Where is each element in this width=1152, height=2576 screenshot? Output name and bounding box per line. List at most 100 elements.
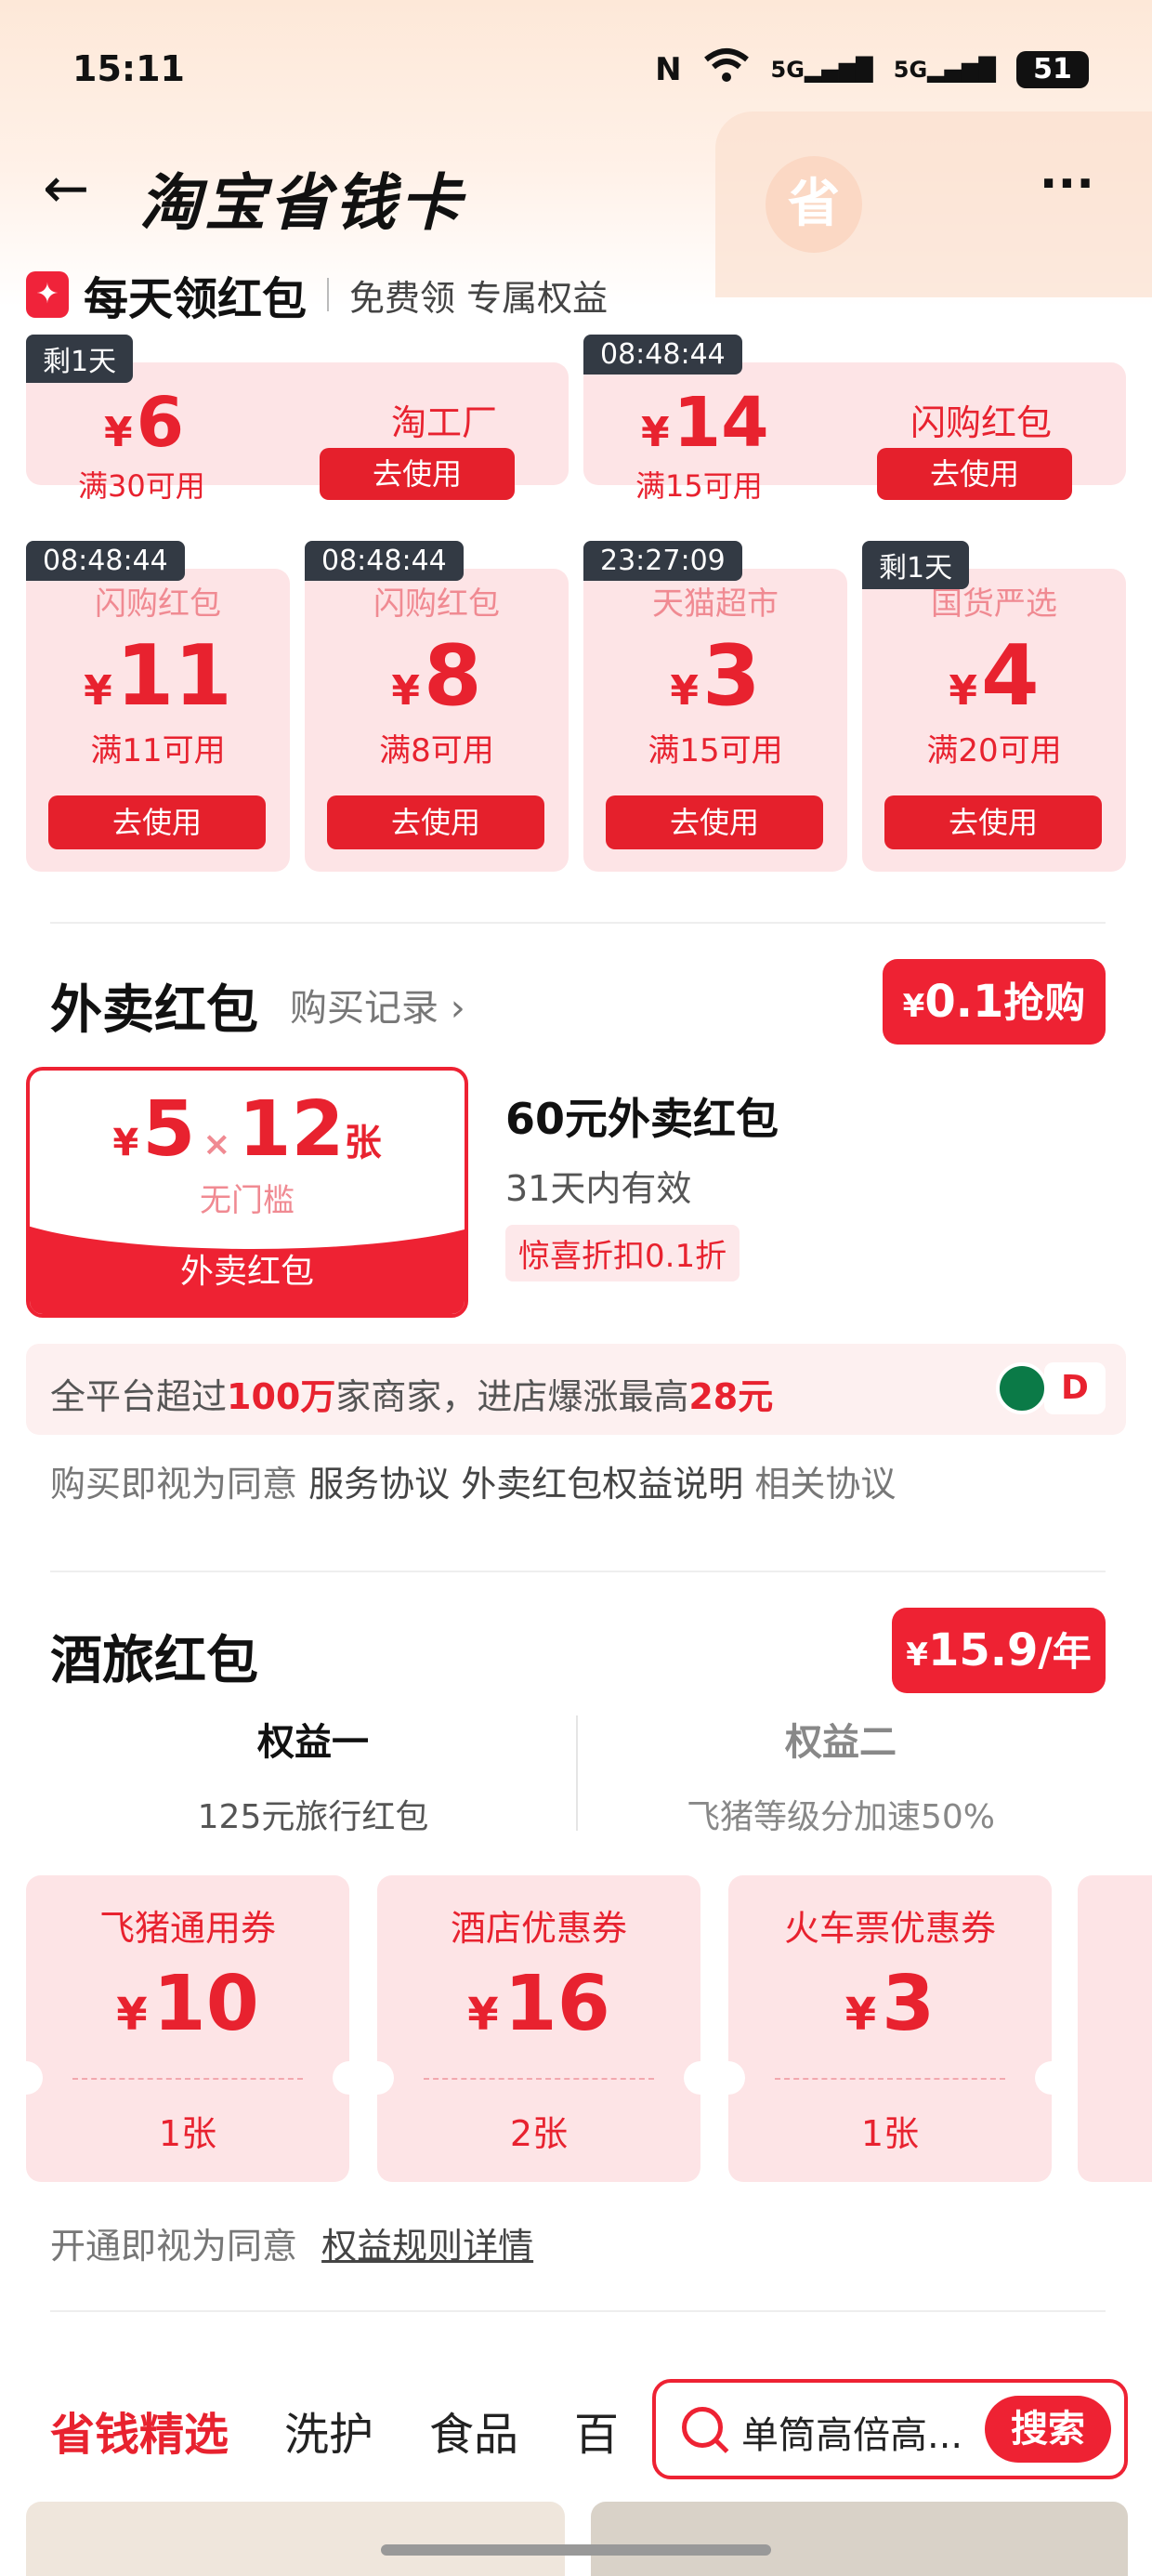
card-value: 5 xyxy=(142,1085,196,1174)
signal-label-2: 5G xyxy=(893,56,928,83)
waimai-buy-button[interactable]: ¥0.1抢购 xyxy=(883,959,1106,1045)
redpacket-icon: ✦ xyxy=(26,271,69,318)
product-thumb[interactable] xyxy=(26,2502,565,2576)
more-icon[interactable]: ··· xyxy=(1040,156,1094,212)
benefit-one[interactable]: 权益一 125元旅行红包 xyxy=(50,1712,576,1838)
use-button[interactable]: 去使用 xyxy=(606,795,823,849)
daily-section-header: ✦ 每天领红包 免费领 专属权益 xyxy=(26,262,608,327)
coupon-card[interactable]: 08:48:44 闪购红包 ¥8 满8可用 去使用 xyxy=(305,541,569,872)
waimai-rights-link[interactable]: 外卖红包权益说明 xyxy=(461,1464,743,1505)
coupon-card[interactable]: 23:27:09 天猫超市 ¥3 满15可用 去使用 xyxy=(583,541,847,872)
card-notch xyxy=(9,2061,43,2095)
info-pre: 全平台超过 xyxy=(50,1376,228,1417)
coupon-name: 闪购红包 xyxy=(373,585,500,623)
coupon-tag: 剩1天 xyxy=(26,335,134,383)
use-button[interactable]: 去使用 xyxy=(320,448,515,500)
card-unit: 张 xyxy=(344,1122,382,1164)
coupon-value: ¥4 xyxy=(949,627,1040,725)
waimai-coupon-card: 外卖红包 ¥5 ×12张 无门槛 xyxy=(26,1067,468,1318)
card-times: × xyxy=(203,1125,231,1163)
use-button[interactable]: 去使用 xyxy=(877,448,1072,500)
section-divider xyxy=(50,1571,1106,1572)
daily-title: 每天领红包 xyxy=(84,273,308,325)
nfc-icon: N xyxy=(655,50,682,88)
info-mid: 家商家，进店爆涨最高 xyxy=(335,1376,689,1417)
rules-detail-link[interactable]: 权益规则详情 xyxy=(321,2226,533,2267)
travel-coupon-count: 1张 xyxy=(860,2113,920,2154)
search-input[interactable]: 单筒高倍高... xyxy=(741,2405,962,2459)
waimai-card-value: ¥5 ×12张 xyxy=(112,1085,382,1174)
category-tabs: 省钱精选 洗护 食品 百 xyxy=(50,2398,619,2463)
waimai-validity: 31天内有效 xyxy=(505,1168,692,1209)
coupon-value: ¥3 xyxy=(670,627,761,725)
tab-food[interactable]: 食品 xyxy=(429,2398,518,2463)
purchase-record-link[interactable]: 购买记录 › xyxy=(290,978,465,1032)
coupon-value-number: 11 xyxy=(115,627,232,725)
travel-coupon-value: ¥3 xyxy=(844,1960,936,2048)
merchant-info-bar: 全平台超过100万家商家，进店爆涨最高28元 D xyxy=(26,1344,1126,1435)
coupon-card[interactable]: 剩1天 ¥6 满30可用 淘工厂 去使用 xyxy=(26,335,569,504)
buy-price: 15.9 xyxy=(927,1624,1039,1676)
travel-coupon-value: ¥16 xyxy=(467,1960,610,2048)
coupon-tag: 剩1天 xyxy=(862,541,970,589)
card-notch xyxy=(712,2061,745,2095)
use-button[interactable]: 去使用 xyxy=(48,795,266,849)
search-button[interactable]: 搜索 xyxy=(985,2396,1111,2463)
coupon-tag: 23:27:09 xyxy=(583,541,742,581)
coupon-card[interactable]: 08:48:44 闪购红包 ¥11 满11可用 去使用 xyxy=(26,541,290,872)
waimai-name: 60元外卖红包 xyxy=(505,1094,779,1144)
coupon-condition: 满15可用 xyxy=(648,732,783,769)
coupon-tag: 08:48:44 xyxy=(583,335,742,375)
coupon-tag: 08:48:44 xyxy=(26,541,185,581)
benefit-two[interactable]: 权益二 飞猪等级分加速50% xyxy=(578,1712,1104,1838)
card-notch xyxy=(360,2061,394,2095)
travel-coupon-value-number: 16 xyxy=(504,1960,610,2048)
home-indicator[interactable] xyxy=(381,2544,771,2556)
product-thumb[interactable] xyxy=(591,2502,1128,2576)
coupon-value-number: 4 xyxy=(981,627,1040,725)
coupon-value: ¥11 xyxy=(84,627,232,725)
signal-5g-icon: 5G▂▄▆█ xyxy=(770,56,873,83)
benefit-title: 权益二 xyxy=(785,1721,897,1764)
tab-general[interactable]: 百 xyxy=(574,2398,619,2463)
status-bar: 15:11 N 5G▂▄▆█ 5G▂▄▆█ 51 xyxy=(0,37,1152,102)
related-agreement-link[interactable]: 相关协议 xyxy=(754,1464,896,1505)
agree-pre: 购买即视为同意 xyxy=(50,1464,298,1505)
use-button[interactable]: 去使用 xyxy=(327,795,544,849)
daily-subtitle: 免费领 专属权益 xyxy=(349,277,609,319)
divider xyxy=(327,278,330,311)
travel-coupon-card-partial[interactable] xyxy=(1078,1875,1152,2182)
buy-label: 抢购 xyxy=(1003,979,1086,1027)
search-bar[interactable]: 单筒高倍高... 搜索 xyxy=(652,2379,1128,2479)
travel-coupon-name: 火车票优惠券 xyxy=(783,1908,996,1949)
coupon-value: ¥8 xyxy=(391,627,482,725)
tab-savings-picks[interactable]: 省钱精选 xyxy=(50,2398,229,2463)
coupon-card[interactable]: 08:48:44 ¥14 满15可用 闪购红包 去使用 xyxy=(583,335,1126,504)
travel-coupon-card[interactable]: 飞猪通用券 ¥10 1张 xyxy=(9,1875,366,2182)
travel-coupon-name: 酒店优惠券 xyxy=(450,1908,627,1949)
battery-icon: 51 xyxy=(1016,50,1089,88)
travel-coupon-count: 1张 xyxy=(158,2113,217,2154)
travel-coupon-name: 飞猪通用券 xyxy=(98,1908,276,1949)
status-time: 15:11 xyxy=(72,48,185,89)
travel-coupon-count: 2张 xyxy=(509,2113,569,2154)
info-num1: 100万 xyxy=(227,1376,336,1417)
back-icon[interactable]: ← xyxy=(43,156,89,221)
use-button[interactable]: 去使用 xyxy=(884,795,1102,849)
benefit-desc: 125元旅行红包 xyxy=(197,1798,429,1836)
travel-buy-button[interactable]: ¥15.9/年 xyxy=(892,1608,1106,1693)
dashed-divider xyxy=(775,2078,1005,2080)
merchant-info-text: 全平台超过100万家商家，进店爆涨最高28元 xyxy=(50,1368,773,1419)
buy-yen: ¥ xyxy=(906,1636,928,1674)
travel-coupon-value-number: 3 xyxy=(882,1960,936,2048)
section-divider xyxy=(50,2310,1106,2312)
travel-coupon-card[interactable]: 火车票优惠券 ¥3 1张 xyxy=(712,1875,1068,2182)
coupon-name: 闪购红包 xyxy=(910,402,1052,443)
service-agreement-link[interactable]: 服务协议 xyxy=(308,1464,450,1505)
waimai-title: 外卖红包 xyxy=(50,980,258,1041)
tab-care[interactable]: 洗护 xyxy=(284,2398,373,2463)
coupon-value-number: 6 xyxy=(136,383,185,463)
coupon-card[interactable]: 剩1天 国货严选 ¥4 满20可用 去使用 xyxy=(862,541,1126,872)
travel-coupon-card[interactable]: 酒店优惠券 ¥16 2张 xyxy=(360,1875,717,2182)
buy-unit: /年 xyxy=(1038,1629,1092,1675)
